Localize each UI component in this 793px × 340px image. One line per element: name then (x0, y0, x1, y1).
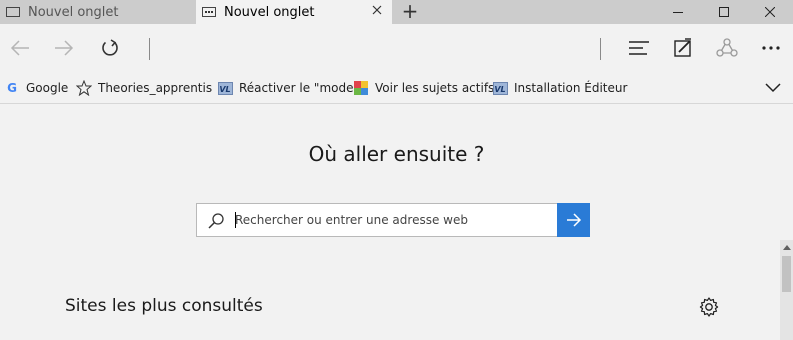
favorite-label: Theories_apprentis (98, 81, 213, 95)
favorite-google[interactable]: G Google (4, 72, 68, 104)
favorite-installation-editeur[interactable]: VL Installation Éditeur (492, 72, 627, 104)
vlc-icon: VL (492, 80, 508, 96)
chevron-down-icon (765, 83, 781, 93)
favorite-label: Réactiver le "mode (239, 81, 354, 95)
go-button[interactable] (557, 203, 590, 237)
vertical-scrollbar[interactable] (780, 240, 793, 340)
tab-active[interactable]: Nouvel onglet (196, 0, 392, 24)
favorite-voir-sujets-actifs[interactable]: Voir les sujets actifs (353, 72, 494, 104)
forward-button[interactable] (44, 24, 84, 72)
text-caret (235, 212, 236, 228)
tab-label: Nouvel onglet (224, 4, 315, 20)
favorites-bar: G Google Theories_apprentis VL Réactiver… (0, 72, 793, 104)
more-button[interactable] (751, 24, 791, 72)
vlc-icon: VL (217, 80, 233, 96)
page-heading: Où aller ensuite ? (308, 142, 485, 166)
scroll-up-arrow-icon[interactable] (780, 240, 793, 254)
back-button[interactable] (0, 24, 40, 72)
tab-inactive[interactable]: Nouvel onglet (0, 0, 196, 24)
maximize-icon (719, 7, 729, 17)
new-tab-page: Où aller ensuite ? Sites les plus consul… (0, 104, 793, 340)
hub-button[interactable] (619, 24, 659, 72)
tab-bar: Nouvel onglet Nouvel onglet + (0, 0, 793, 24)
search-icon (207, 212, 225, 234)
scroll-thumb[interactable] (782, 256, 791, 292)
star-icon (76, 80, 92, 96)
refresh-icon (102, 39, 118, 56)
top-sites-title: Sites les plus consultés (65, 296, 263, 316)
search-box[interactable] (196, 203, 590, 237)
gear-icon (699, 297, 719, 317)
tab-page-icon (202, 7, 216, 17)
favorite-label: Google (26, 81, 69, 95)
favorites-expand-button[interactable] (765, 72, 781, 104)
search-input[interactable] (235, 210, 545, 230)
share-icon (716, 38, 738, 57)
google-icon: G (7, 81, 17, 95)
back-arrow-icon (10, 40, 29, 56)
favorite-label: Installation Éditeur (514, 81, 628, 95)
share-button[interactable] (707, 24, 747, 72)
hub-icon (629, 41, 649, 55)
minimize-button[interactable] (655, 0, 701, 24)
favorite-label: Voir les sujets actifs (375, 81, 495, 95)
tab-label: Nouvel onglet (28, 4, 119, 20)
close-icon (765, 7, 775, 17)
more-icon (762, 46, 780, 50)
separator (600, 38, 601, 60)
close-window-button[interactable] (747, 0, 793, 24)
web-note-button[interactable] (663, 24, 703, 72)
tab-page-icon (6, 7, 20, 17)
forward-arrow-icon (55, 40, 74, 56)
favorite-theories-apprentis[interactable]: Theories_apprentis (76, 72, 212, 104)
favorite-reactiver-mode[interactable]: VL Réactiver le "mode (217, 72, 354, 104)
web-note-icon (674, 38, 691, 57)
arrow-right-icon (566, 213, 581, 227)
separator (149, 38, 150, 60)
tab-close-icon[interactable] (372, 4, 382, 19)
refresh-button[interactable] (90, 24, 130, 72)
new-tab-button[interactable]: + (398, 0, 422, 24)
navigation-toolbar (0, 24, 793, 72)
maximize-button[interactable] (701, 0, 747, 24)
minimize-icon (673, 12, 683, 13)
settings-button[interactable] (698, 296, 720, 322)
colorful-icon (353, 80, 369, 96)
